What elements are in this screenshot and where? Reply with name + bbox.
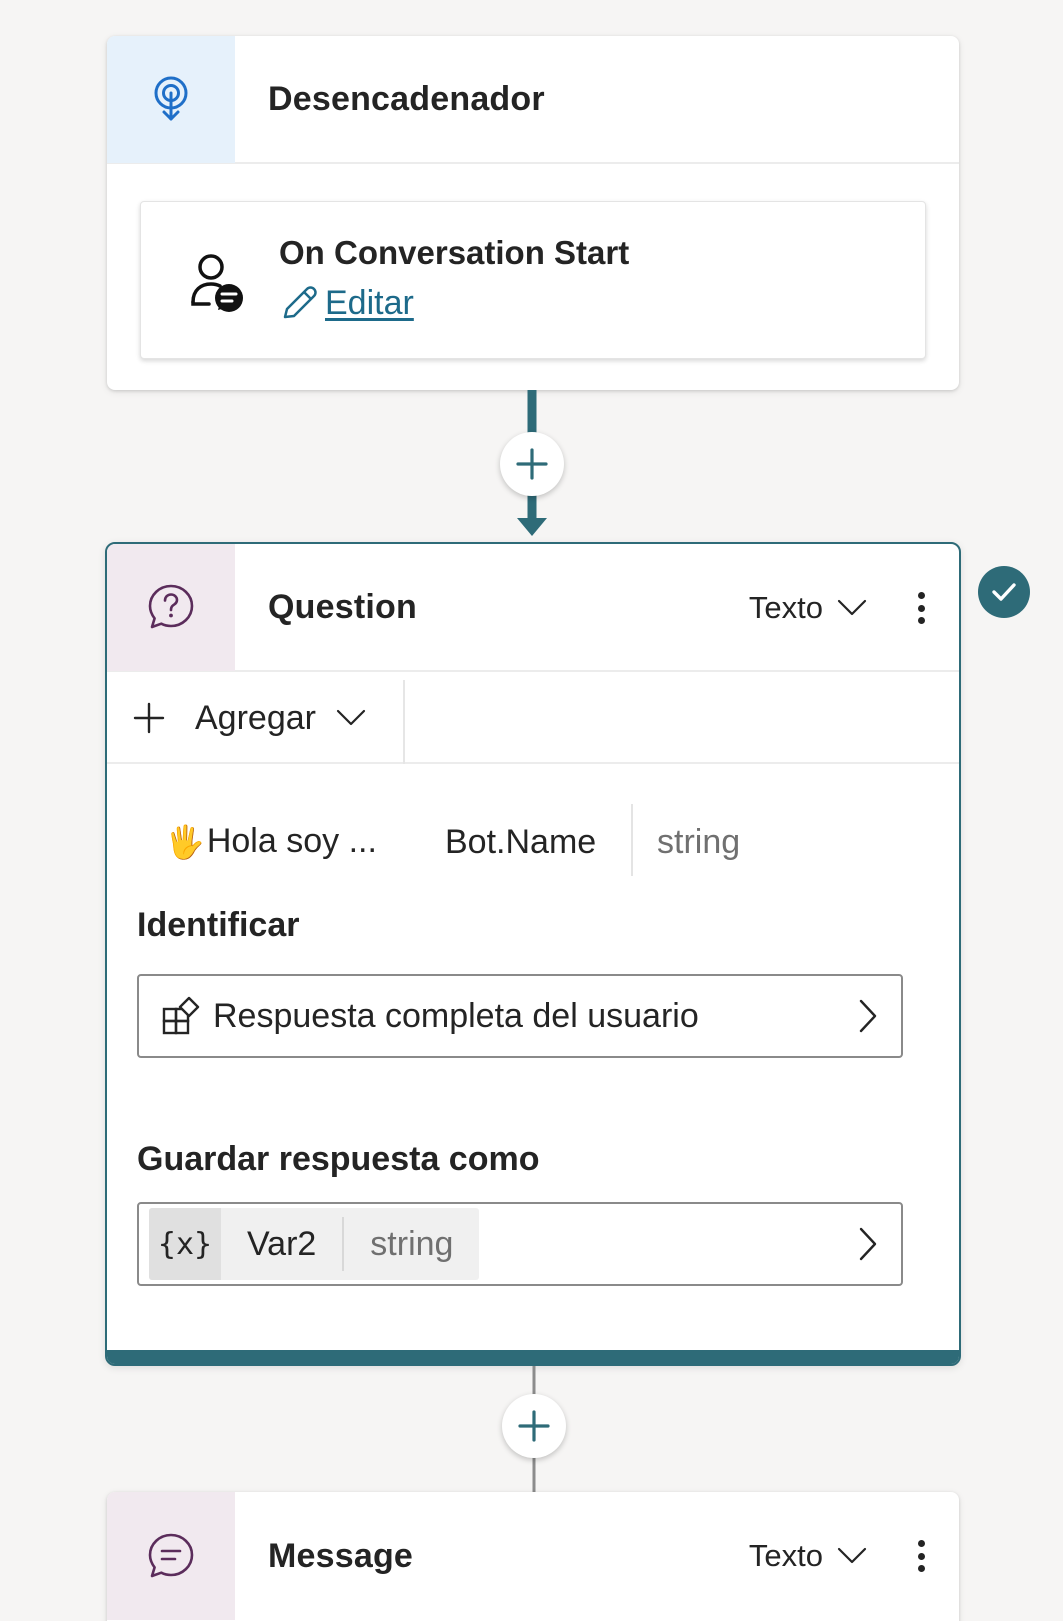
prompt-text: 🖐 Hola soy ... [165, 822, 377, 861]
add-node-button[interactable] [502, 1394, 566, 1458]
question-header-actions: Texto [749, 544, 931, 672]
chevron-right-icon [859, 999, 877, 1033]
question-header: Question Texto [107, 544, 959, 672]
prompt-variable-divider [631, 804, 633, 876]
variable-name: Var2 [247, 1224, 317, 1263]
message-type-label: Texto [748, 1538, 823, 1573]
toolbar-divider [403, 680, 405, 764]
checkmark-icon [978, 566, 1030, 618]
pencil-icon [283, 285, 317, 318]
chevron-down-icon [336, 709, 366, 726]
identify-entity-value: Respuesta completa del usuario [213, 996, 699, 1035]
plus-icon [518, 1410, 550, 1442]
trigger-title: Desencadenador [268, 79, 545, 118]
trigger-node[interactable]: Desencadenador On Conversation Start Edi… [107, 36, 959, 390]
variable-pill: {x} Var2 string [149, 1208, 480, 1280]
identify-label: Identificar [137, 906, 300, 944]
add-content-label: Agregar [195, 698, 316, 737]
save-variable-picker[interactable]: {x} Var2 string [137, 1202, 903, 1286]
add-content-menu[interactable]: Agregar [133, 672, 366, 764]
variable-type: string [370, 1224, 454, 1263]
variable-fx-icon: {x} [149, 1208, 221, 1280]
message-bubble-icon [148, 1533, 194, 1578]
message-type-select[interactable]: Texto [749, 1538, 867, 1574]
question-type-select[interactable]: Texto [749, 590, 867, 626]
question-type-label: Texto [748, 590, 823, 625]
chevron-down-icon [837, 1547, 867, 1564]
edit-trigger-link[interactable]: Editar [279, 284, 414, 323]
trigger-event-card[interactable]: On Conversation Start Editar [140, 201, 926, 359]
entity-icon [162, 996, 200, 1035]
identify-entity-picker[interactable]: Respuesta completa del usuario [137, 974, 903, 1058]
prompt-variable-name[interactable]: Bot.Name [445, 812, 596, 872]
question-more-options-button[interactable] [911, 588, 931, 628]
question-toolbar: Agregar [107, 672, 959, 764]
question-bubble-icon [148, 584, 194, 629]
trigger-event-name: On Conversation Start [279, 234, 630, 271]
question-prompt[interactable]: 🖐 Hola soy ... Bot.Name string [165, 804, 865, 876]
question-title: Question [268, 587, 417, 626]
message-header-actions: Texto [749, 1492, 931, 1620]
message-more-options-button[interactable] [911, 1536, 931, 1576]
authoring-canvas: Desencadenador On Conversation Start Edi… [0, 0, 1063, 1621]
question-node[interactable]: Question Texto Agregar 🖐 Hola soy ... Bo… [105, 542, 961, 1366]
prompt-variable-type: string [657, 822, 741, 861]
edit-label: Editar [325, 284, 414, 322]
trigger-header: Desencadenador [107, 36, 959, 164]
message-node[interactable]: Message Texto [107, 1492, 959, 1621]
chevron-down-icon [837, 599, 867, 616]
message-header: Message Texto [107, 1492, 959, 1620]
plus-icon [516, 448, 548, 480]
waving-hand-emoji: 🖐 [165, 823, 205, 860]
selected-node-bar [107, 1350, 959, 1364]
chevron-right-icon [859, 1227, 877, 1261]
trigger-icon-tile [107, 36, 235, 163]
message-icon-tile [107, 1492, 235, 1620]
add-node-button[interactable] [500, 432, 564, 496]
trigger-icon [154, 76, 188, 121]
question-icon-tile [107, 544, 235, 671]
prompt-message-text: Hola soy ... [206, 822, 377, 860]
person-chat-icon [191, 254, 243, 312]
plus-icon [133, 702, 165, 734]
message-title: Message [268, 1536, 414, 1575]
save-response-label: Guardar respuesta como [137, 1140, 540, 1178]
